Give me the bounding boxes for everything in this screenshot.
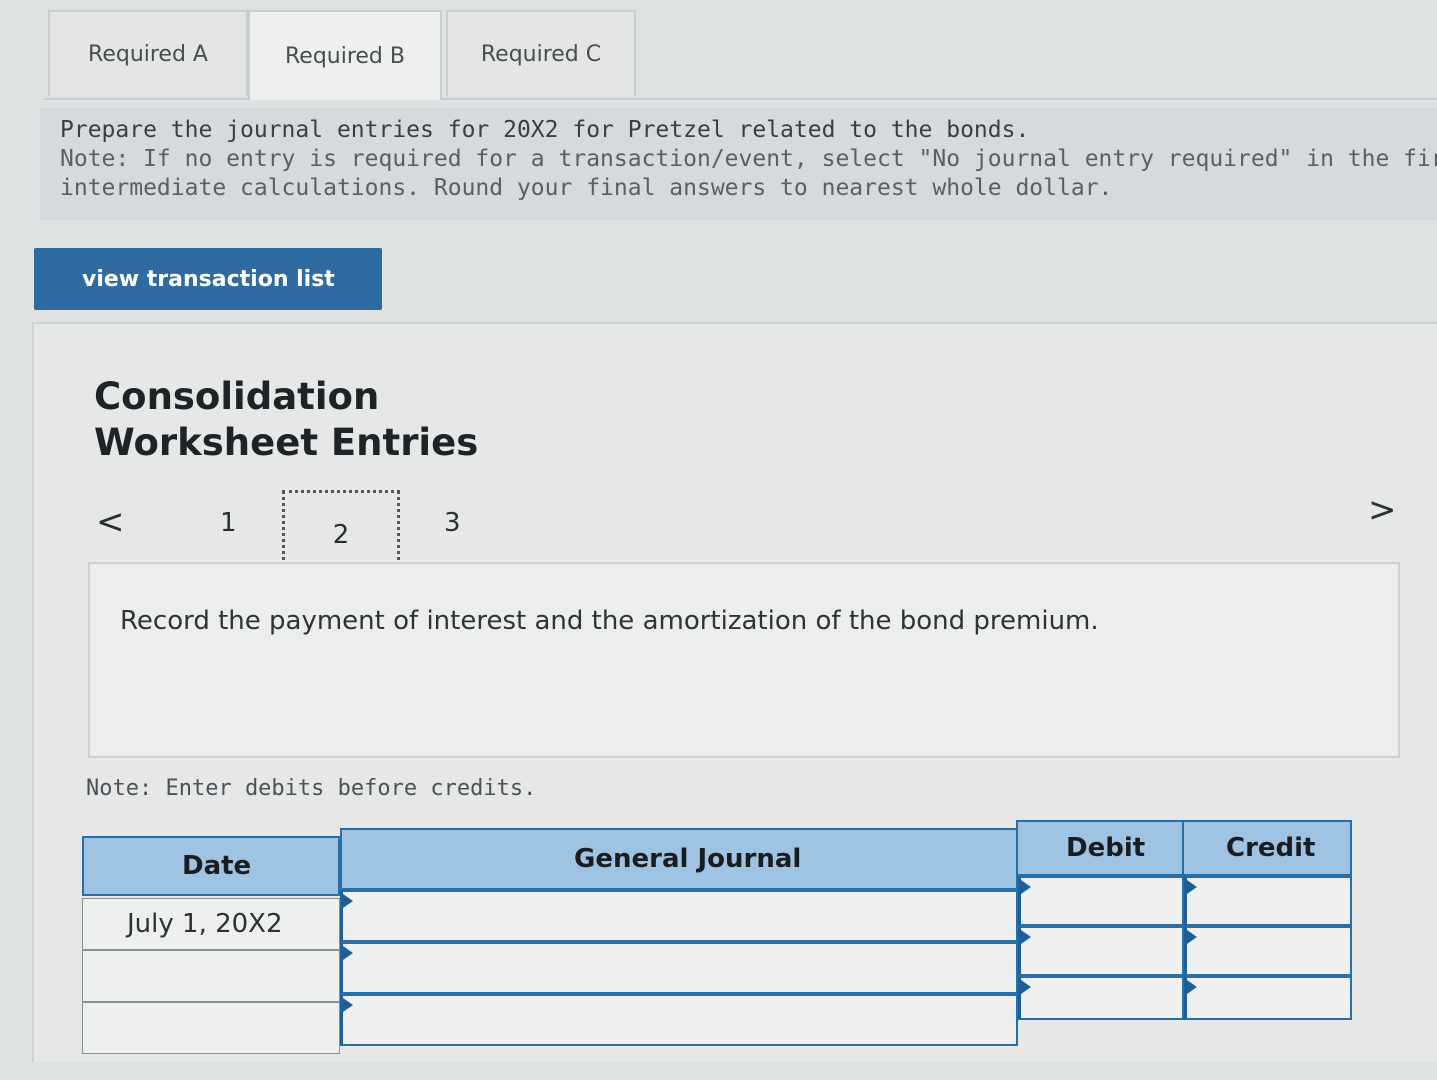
tab-bar: Required A Required B Required C <box>44 10 1437 100</box>
credit-input[interactable] <box>1184 876 1352 926</box>
record-instruction: Record the payment of interest and the a… <box>120 606 1099 636</box>
instructions-box: Prepare the journal entries for 20X2 for… <box>40 108 1437 220</box>
header-general-journal: General Journal <box>340 828 1018 890</box>
credit-input[interactable] <box>1184 926 1352 976</box>
dropdown-marker-icon <box>343 946 353 960</box>
account-select[interactable] <box>340 890 1018 942</box>
view-transaction-list-button[interactable]: view transaction list <box>34 248 382 310</box>
instructions-line: Prepare the journal entries for 20X2 for… <box>60 117 1030 143</box>
debit-credit-note: Note: Enter debits before credits. <box>86 776 537 801</box>
dropdown-marker-icon <box>343 894 353 908</box>
worksheet-title: Consolidation Worksheet Entries <box>94 374 478 466</box>
debit-input[interactable] <box>1018 876 1184 926</box>
account-select[interactable] <box>340 994 1018 1046</box>
debit-input[interactable] <box>1018 926 1184 976</box>
tab-required-c[interactable]: Required C <box>446 10 636 96</box>
tab-required-a[interactable]: Required A <box>48 10 248 96</box>
instruction-panel <box>88 562 1400 758</box>
tab-label: Required B <box>284 43 405 69</box>
tab-required-b[interactable]: Required B <box>248 10 442 100</box>
date-cell: July 1, 20X2 <box>82 898 340 950</box>
dropdown-marker-icon <box>343 998 353 1012</box>
input-marker-icon <box>1187 880 1197 894</box>
tab-label: Required A <box>88 41 208 67</box>
credit-input[interactable] <box>1184 976 1352 1020</box>
header-credit: Credit <box>1182 820 1352 876</box>
worksheet-title-line1: Consolidation <box>94 375 380 418</box>
page-1-button[interactable]: 1 <box>220 508 237 538</box>
account-select[interactable] <box>340 942 1018 994</box>
tab-label: Required C <box>480 41 602 67</box>
date-cell <box>82 1002 340 1054</box>
input-marker-icon <box>1021 930 1031 944</box>
header-debit: Debit <box>1016 820 1184 876</box>
worksheet-title-line2: Worksheet Entries <box>94 421 479 464</box>
chevron-left-icon[interactable]: < <box>96 502 125 542</box>
page-3-button[interactable]: 3 <box>444 508 461 538</box>
debit-input[interactable] <box>1018 976 1184 1020</box>
date-cell <box>82 950 340 1002</box>
input-marker-icon <box>1021 980 1031 994</box>
chevron-right-icon[interactable]: > <box>1368 490 1397 530</box>
input-marker-icon <box>1187 930 1197 944</box>
instructions-note-cont: intermediate calculations. Round your fi… <box>60 175 1113 201</box>
input-marker-icon <box>1021 880 1031 894</box>
header-date: Date <box>82 836 340 896</box>
input-marker-icon <box>1187 980 1197 994</box>
instructions-note: Note: If no entry is required for a tran… <box>60 146 1437 172</box>
